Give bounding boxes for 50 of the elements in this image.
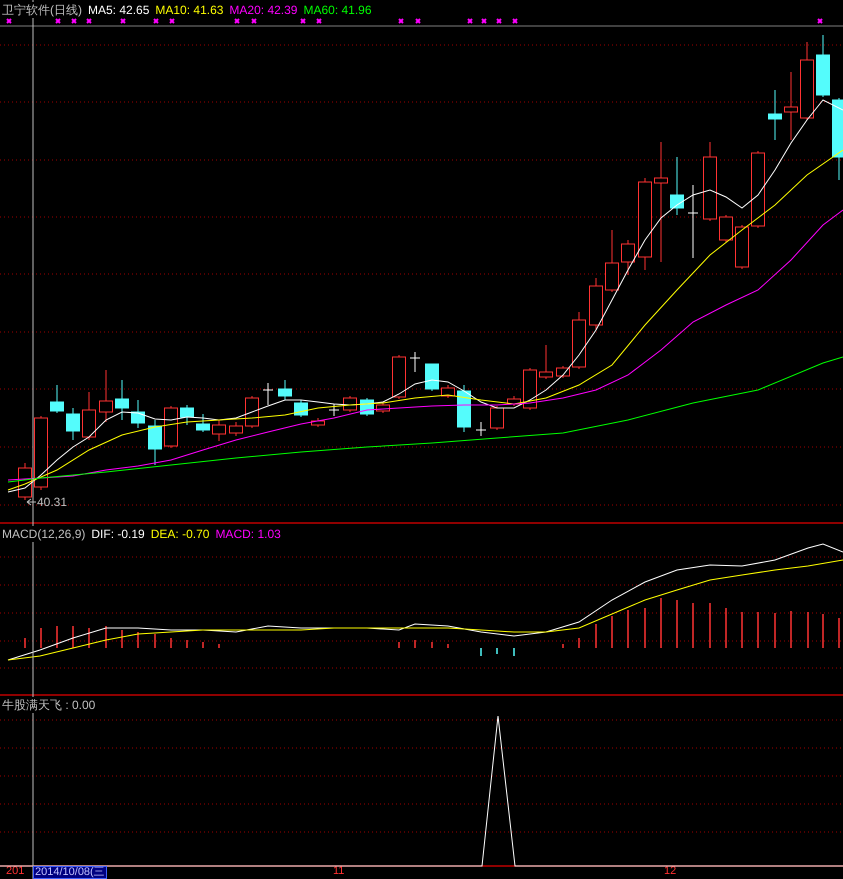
candlestick [768,90,782,140]
candlestick [50,384,64,414]
candlestick [343,396,357,412]
candlestick [392,354,406,400]
candlestick [441,384,455,398]
candlestick [670,156,684,216]
candlestick [115,380,129,420]
candlestick [294,400,308,418]
candlestick [376,402,390,414]
candlestick [229,422,243,436]
candlestick [66,408,80,440]
candlestick [490,406,504,430]
candlestick [476,422,486,436]
candlestick [131,400,145,428]
candlestick [735,224,749,270]
candlestick [311,418,325,428]
chart-title: 卫宁软件(日线) [2,2,82,18]
candlestick [572,312,586,370]
price-label: 40.31 [37,495,68,509]
candlestick [605,230,619,292]
candlestick [164,406,178,448]
date-label: 11 [333,866,344,877]
candlestick [212,420,226,442]
candlestick [99,370,113,422]
candlestick [589,278,603,330]
candlestick [148,420,162,466]
candlestick [245,396,259,428]
candlestick [719,214,733,242]
candlestick [539,344,553,380]
indicator-title: MACD(12,26,9) [2,526,86,542]
candlestick [523,368,537,410]
indicator-value: 牛股满天飞 : 0.00 [2,697,96,713]
candlestick [82,392,96,440]
candlestick [425,364,439,392]
arrow-icon [26,498,36,506]
candlestick [262,382,274,406]
candlestick [784,72,798,140]
date-label: 2014/10/08(三 [33,866,107,879]
candlestick [196,414,210,432]
candlestick [457,384,471,432]
candlestick [507,396,521,406]
date-label: 201 [6,866,24,877]
date-label: 12 [664,866,676,877]
candlestick [278,380,292,400]
candlestick [556,366,570,378]
candlestick [621,240,635,276]
candlestick [328,404,340,416]
candlestick [410,352,420,372]
candlestick [816,34,830,98]
candlestick [180,404,194,426]
